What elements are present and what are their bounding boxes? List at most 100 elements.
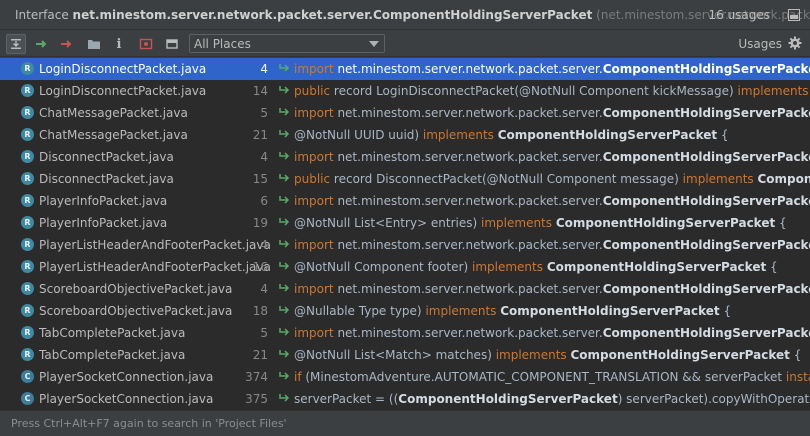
usage-row[interactable]: R ChatMessagePacket.java 5 import net.mines… [0,102,810,124]
code-match: ComponentHoldin [757,172,810,186]
open-in-window-icon[interactable] [788,9,800,21]
show-info-button[interactable]: i [109,34,129,54]
usage-row[interactable]: R TabCompletePacket.java 21 @NotNull List<M… [0,344,810,366]
code-keyword: if [294,370,306,384]
preview-button[interactable] [162,34,182,54]
usage-row[interactable]: R ScoreboardObjectivePacket.java 18 @Nullab… [0,300,810,322]
read-access-icon [279,64,290,72]
usage-line-number: 21 [252,348,268,362]
usage-code-line: @NotNull Component footer) implements Co… [294,260,778,274]
scope-value: All Places [194,37,251,51]
status-hint: Press Ctrl+Alt+F7 again to search in 'Pr… [11,417,287,430]
merge-usages-button[interactable] [6,34,26,54]
folder-icon [88,40,100,49]
usage-file-name: PlayerSocketConnection.java [39,370,214,384]
code-text: { [775,216,787,230]
title-package-hint: (net.minestom.server.network.packet.s [596,8,810,22]
usage-code-line: import net.minestom.server.network.packe… [294,150,810,164]
usages-count: 16 usages [708,8,770,22]
code-match: ComponentHoldingServerPacket [546,260,767,274]
show-write-access-button[interactable] [56,34,76,54]
chevron-down-icon [369,41,379,47]
record-icon: R [21,348,34,361]
code-text: { [789,348,802,362]
usage-line-number: 18 [252,304,268,318]
usage-code-line: if (MinestomAdventure.AUTOMATIC_COMPONEN… [294,370,810,384]
usage-row[interactable]: R DisconnectPacket.java 4 import net.minest… [0,146,810,168]
class-icon: C [21,392,34,405]
code-match: ComponentHoldingServerPacket [570,348,790,362]
usage-file-name: ChatMessagePacket.java [39,128,188,142]
code-match: ComponentHoldingServerPacket [602,106,810,120]
scope-select[interactable]: All Places [189,34,385,53]
read-access-icon [36,40,47,48]
code-match: ComponentHoldingServerPacket [398,392,618,406]
code-keyword: implements [422,128,498,142]
usage-row[interactable]: R PlayerInfoPacket.java 19 @NotNull List<En… [0,212,810,234]
code-keyword: instanceof [785,370,810,384]
usage-file-name: PlayerSocketConnection.java [39,392,214,406]
usage-row[interactable]: R ScoreboardObjectivePacket.java 4 import n… [0,278,810,300]
usage-line-number: 5 [260,106,268,120]
code-text: @Nullable Type type) [294,304,426,318]
usage-line-number: 15 [252,172,268,186]
usage-row[interactable]: R PlayerListHeaderAndFooterPacket.java 16 @… [0,256,810,278]
usage-code-line: public record LoginDisconnectPacket(@Not… [294,84,810,98]
read-access-icon [279,328,290,336]
usage-file-name: PlayerListHeaderAndFooterPacket.java [39,260,271,274]
usage-row[interactable]: R TabCompletePacket.java 5 import net.mines… [0,322,810,344]
code-keyword: import [294,150,338,164]
write-access-icon [61,40,72,48]
code-match: ComponentHoldingServerPacket [500,304,720,318]
code-text: ) serverPacket).copyWithOperator(compone… [617,392,810,406]
record-icon: R [21,260,34,273]
usage-row[interactable]: R DisconnectPacket.java 15 public record Di… [0,168,810,190]
usage-line-number: 6 [260,194,268,208]
usage-row[interactable]: R PlayerListHeaderAndFooterPacket.java 4 im… [0,234,810,256]
usage-row[interactable]: R PlayerInfoPacket.java 6 import net.minest… [0,190,810,212]
filter-settings-button[interactable] [136,34,156,54]
read-access-icon [279,394,290,402]
usage-code-line: public record DisconnectPacket(@NotNull … [294,172,810,186]
code-keyword: implements [682,172,758,186]
usage-row[interactable]: R LoginDisconnectPacket.java 14 public reco… [0,80,810,102]
read-access-icon [279,372,290,380]
usage-row[interactable]: C PlayerSocketConnection.java 375 serverPac… [0,388,810,410]
title-class-name: net.minestom.server.network.packet.serve… [72,8,593,22]
read-access-icon [279,196,290,204]
usage-code-line: @NotNull List<Entry> entries) implements… [294,216,787,230]
usage-row[interactable]: R ChatMessagePacket.java 21 @NotNull UUID u… [0,124,810,146]
usage-line-number: 4 [260,62,268,76]
record-icon: R [21,304,34,317]
record-icon: R [21,62,34,75]
record-icon: R [21,194,34,207]
code-match: ComponentHoldingServerPacket [602,282,810,296]
code-text: { [717,128,729,142]
read-access-icon [279,240,290,248]
code-text: @NotNull List<Entry> entries) [294,216,482,230]
show-read-access-button[interactable] [31,34,51,54]
code-text: @NotNull UUID uuid) [294,128,423,142]
usage-row[interactable]: R LoginDisconnectPacket.java 4 import net.m… [0,58,810,80]
usage-code-line: @NotNull UUID uuid) implements Component… [294,128,729,142]
code-match: ComponentHoldingServerPacket [497,128,718,142]
gear-icon[interactable] [788,36,802,50]
usage-line-number: 4 [260,150,268,164]
usage-file-name: ChatMessagePacket.java [39,106,188,120]
class-icon: C [21,370,34,383]
merge-icon [11,39,21,49]
popup-titlebar: Interface net.minestom.server.network.pa… [0,0,810,30]
code-keyword: import [294,194,338,208]
usage-row[interactable]: C PlayerSocketConnection.java 374 if (Mines… [0,366,810,388]
code-text: net.minestom.server.network.packet.serve… [337,326,603,340]
record-icon: R [21,238,34,251]
usage-file-name: TabCompletePacket.java [39,326,186,340]
code-keyword: implements [472,260,547,274]
usage-code-line: import net.minestom.server.network.packe… [294,62,810,76]
record-icon: R [21,128,34,141]
code-text: net.minestom.server.network.packet.serve… [337,106,603,120]
code-text: { [719,304,732,318]
usage-line-number: 4 [260,238,268,252]
group-by-file-structure-button[interactable] [84,34,104,54]
code-text: net.minestom.server.network.packet.serve… [337,282,603,296]
